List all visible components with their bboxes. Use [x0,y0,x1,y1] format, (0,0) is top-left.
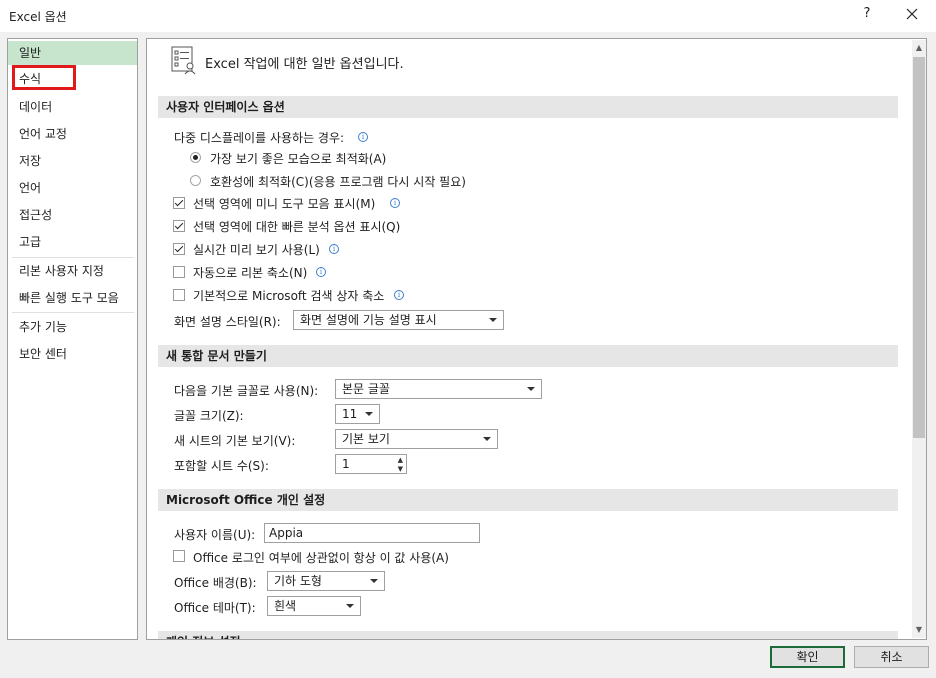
checkbox-quick-analysis[interactable] [173,220,185,232]
default-view-dropdown[interactable]: 기본 보기 [335,429,498,449]
help-button[interactable]: ? [860,6,874,26]
office-background-value: 기하 도형 [274,574,322,588]
sheet-count-label: 포함할 시트 수(S): [174,459,269,473]
nav-divider [12,312,134,313]
username-input[interactable]: Appia [264,523,480,543]
nav-item-general[interactable]: 일반 [8,41,137,65]
chevron-down-icon [365,412,373,416]
sheet-count-value: 1 [342,457,350,471]
checkbox-collapse-ribbon[interactable] [173,266,185,278]
nav-item-language[interactable]: 언어 [8,176,137,200]
page-title: Excel 작업에 대한 일반 옵션입니다. [205,57,404,72]
nav-item-add-ins[interactable]: 추가 기능 [8,315,137,339]
chevron-down-icon [527,387,535,391]
info-icon: i [390,198,400,208]
checkbox-always-use-label: Office 로그인 여부에 상관없이 항상 이 값 사용(A) [193,551,449,565]
nav-item-trust-center[interactable]: 보안 센터 [8,342,137,366]
nav-item-proofing[interactable]: 언어 교정 [8,122,137,146]
radio-optimize-appearance-label: 가장 보기 좋은 모습으로 최적화(A) [210,152,387,166]
info-icon: i [329,244,339,254]
checkbox-always-use[interactable] [173,550,185,562]
checkbox-mini-toolbar-label: 선택 영역에 미니 도구 모음 표시(M) [193,197,376,211]
chevron-down-icon [483,437,491,441]
title-bar [0,0,936,32]
scroll-up-icon[interactable]: ▲ [912,40,926,56]
section-ui-options: 사용자 인터페이스 옵션 [158,96,898,118]
office-background-dropdown[interactable]: 기하 도형 [267,571,385,591]
username-label: 사용자 이름(U): [174,528,256,542]
category-nav: 일반 수식 데이터 언어 교정 저장 언어 접근성 고급 리본 사용자 지정 빠… [7,38,138,640]
default-font-value: 본문 글꼴 [342,382,390,396]
sheet-count-stepper[interactable]: 1 ▲ ▼ [335,454,407,474]
nav-divider [12,257,134,258]
font-size-dropdown[interactable]: 11 [335,404,380,424]
nav-item-save[interactable]: 저장 [8,149,137,173]
checkbox-quick-analysis-label: 선택 영역에 대한 빠른 분석 옵션 표시(Q) [193,220,401,234]
close-button[interactable] [898,4,926,28]
nav-item-advanced[interactable]: 고급 [8,230,137,254]
spin-down-icon[interactable]: ▼ [398,465,403,473]
privacy-clip: 개인 정보 설정 [147,631,911,639]
nav-item-accessibility[interactable]: 접근성 [8,203,137,227]
general-options-icon [171,46,196,75]
office-theme-dropdown[interactable]: 흰색 [267,596,361,616]
nav-item-data[interactable]: 데이터 [8,95,137,119]
nav-item-quick-access-toolbar[interactable]: 빠른 실행 도구 모음 [8,286,137,310]
window-title: Excel 옵션 [9,10,67,24]
chevron-down-icon [489,318,497,322]
info-icon: i [358,132,368,142]
radio-optimize-appearance[interactable] [190,152,201,163]
radio-optimize-compatibility-label: 호환성에 최적화(C)(응용 프로그램 다시 시작 필요) [210,175,466,189]
section-privacy: 개인 정보 설정 [158,631,898,639]
office-theme-label: Office 테마(T): [174,601,256,615]
checkbox-mini-toolbar[interactable] [173,197,185,209]
scroll-thumb[interactable] [913,57,925,438]
multi-display-label: 다중 디스플레이를 사용하는 경우: [174,131,345,145]
screentip-style-label: 화면 설명 스타일(R): [174,315,281,329]
default-view-label: 새 시트의 기본 보기(V): [174,434,296,448]
highlight-box [12,65,76,90]
info-icon: i [316,267,326,277]
default-font-label: 다음을 기본 글꼴로 사용(N): [174,384,319,398]
radio-optimize-compatibility[interactable] [190,175,201,186]
checkbox-live-preview-label: 실시간 미리 보기 사용(L) [193,243,320,257]
checkbox-collapse-search[interactable] [173,289,185,301]
font-size-label: 글꼴 크기(Z): [174,409,244,423]
chevron-down-icon [370,579,378,583]
close-icon [906,8,918,20]
screentip-style-value: 화면 설명에 기능 설명 표시 [300,313,437,327]
default-view-value: 기본 보기 [342,432,390,446]
chevron-down-icon [346,604,354,608]
section-new-workbook: 새 통합 문서 만들기 [158,345,898,367]
scroll-down-icon[interactable]: ▼ [912,622,926,638]
checkbox-live-preview[interactable] [173,243,185,255]
info-icon: i [394,290,404,300]
checkbox-collapse-ribbon-label: 자동으로 리본 축소(N) [193,266,308,280]
office-background-label: Office 배경(B): [174,576,257,590]
checkbox-collapse-search-label: 기본적으로 Microsoft 검색 상자 축소 [193,289,385,303]
ok-button[interactable]: 확인 [770,646,845,668]
nav-item-customize-ribbon[interactable]: 리본 사용자 지정 [8,259,137,283]
cancel-button[interactable]: 취소 [854,646,929,668]
section-personalize: Microsoft Office 개인 설정 [158,489,898,511]
font-size-value: 11 [342,407,358,421]
spin-up-icon[interactable]: ▲ [398,456,403,464]
default-font-dropdown[interactable]: 본문 글꼴 [335,379,542,399]
office-theme-value: 흰색 [274,599,297,613]
screentip-style-dropdown[interactable]: 화면 설명에 기능 설명 표시 [293,310,504,330]
